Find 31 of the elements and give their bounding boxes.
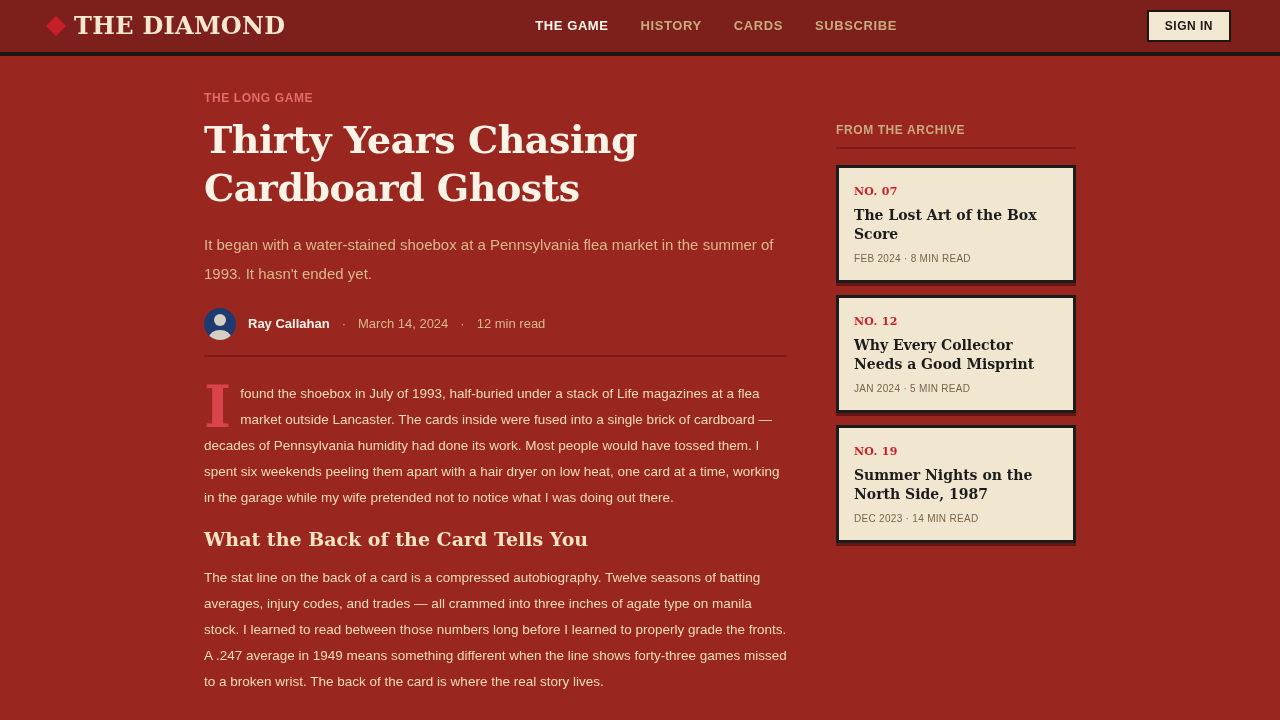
avatar-icon — [204, 308, 236, 340]
article-subtitle: It began with a water-stained shoebox at a Pennsylvania flea market in the summer of 1993. It hasn't ended yet. — [204, 235, 775, 284]
byline-meta: March 14, 2024 — [358, 315, 449, 334]
nav-link[interactable]: HISTORY — [640, 16, 702, 36]
nav-link[interactable]: SUBSCRIBE — [815, 16, 898, 36]
byline-meta: 12 min read — [476, 315, 546, 334]
issue-number: NO. 19 — [854, 444, 899, 460]
card-meta: FEB 2024 · 8 MIN READ — [854, 252, 972, 266]
sidebar-heading: FROM THE ARCHIVE — [836, 122, 1076, 149]
separator-dot: · — [341, 315, 346, 334]
archive-card[interactable]: NO. 12 Why Every Collector Needs a Good Misprint JAN 2024 · 5 MIN READ — [836, 295, 1076, 413]
section-heading: What the Back of the Card Tells You — [204, 527, 590, 552]
card-title: Why Every Collector Needs a Good Misprint — [854, 336, 1036, 374]
category-label: THE LONG GAME — [204, 90, 315, 106]
nav-link[interactable]: THE GAME — [535, 16, 609, 36]
issue-number: NO. 12 — [854, 314, 899, 330]
article-title: Thirty Years Chasing Cardboard Ghosts — [204, 116, 638, 212]
body-paragraph: The stat line on the back of a card is a compressed autobiography. Twelve seasons of batting averages, injury codes, and trades — all crammed into three inches of agate type on manila stock. I learned to read between those numbers long before I learned to properly grade the fronts. A .247 average in 1949 means something different when the line shows forty-three games missed to a broken wrist. The back of the card is where the real story lives. — [204, 569, 787, 691]
diamond-icon — [46, 16, 66, 36]
author-name: Ray Callahan — [248, 315, 330, 334]
card-title: Summer Nights on the North Side, 1987 — [854, 466, 1034, 504]
separator-dot: · — [460, 315, 465, 334]
card-meta: JAN 2024 · 5 MIN READ — [854, 382, 972, 396]
nav-link[interactable]: CARDS — [733, 16, 784, 36]
sign-in-button[interactable]: SIGN IN — [1146, 10, 1231, 42]
card-title: The Lost Art of the Box Score — [854, 206, 1038, 244]
issue-number: NO. 07 — [854, 184, 899, 200]
archive-card[interactable]: NO. 19 Summer Nights on the North Side, 1987 DEC 2023 · 14 MIN READ — [836, 425, 1076, 543]
card-meta: DEC 2023 · 14 MIN READ — [854, 512, 980, 526]
site-logo[interactable]: THE DIAMOND — [74, 14, 286, 38]
archive-card[interactable]: NO. 07 The Lost Art of the Box Score FEB 2024 · 8 MIN READ — [836, 165, 1076, 283]
